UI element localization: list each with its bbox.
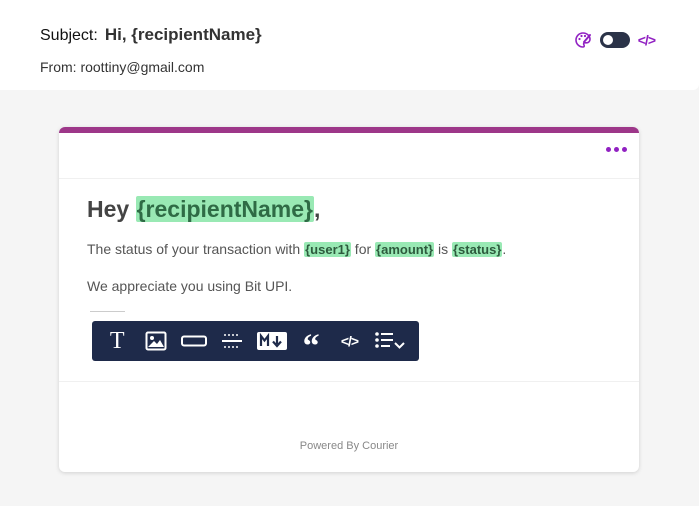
from-address: From: roottiny@gmail.com — [40, 59, 205, 75]
block-insert-toolbar: T “ </> — [92, 321, 419, 364]
quote-icon[interactable]: “ — [297, 330, 325, 364]
image-icon[interactable] — [142, 326, 170, 356]
preview-toggle[interactable] — [599, 32, 630, 48]
code-view-icon[interactable]: </> — [638, 32, 656, 48]
text-icon[interactable]: T — [103, 326, 131, 356]
greeting-heading[interactable]: Hey {recipientName}, — [87, 196, 320, 223]
markdown-icon[interactable] — [256, 326, 287, 356]
variable-user1[interactable]: {user1} — [304, 242, 351, 257]
variable-recipient-name[interactable]: {recipientName} — [135, 196, 315, 222]
subject-value[interactable]: Hi, {recipientName} — [105, 25, 262, 45]
header-tools: </> — [574, 31, 656, 49]
greeting-prefix: Hey — [87, 196, 136, 222]
email-header: Subject: Hi, {recipientName} From: roott… — [0, 0, 699, 90]
toggle-knob — [602, 35, 613, 45]
code-icon[interactable]: </> — [335, 326, 363, 356]
card-divider — [59, 381, 639, 382]
variable-status[interactable]: {status} — [452, 242, 503, 257]
palette-icon[interactable] — [574, 31, 592, 49]
list-dropdown-icon[interactable] — [374, 326, 408, 356]
text-segment: . — [502, 241, 507, 257]
more-dot — [614, 147, 619, 152]
email-template-card: Hey {recipientName}, The status of your … — [59, 127, 639, 472]
appreciation-text[interactable]: We appreciate you using Bit UPI. — [87, 278, 292, 294]
subject-row[interactable]: Subject: Hi, {recipientName} — [40, 25, 262, 45]
block-divider — [90, 311, 125, 312]
more-dot — [606, 147, 611, 152]
divider-icon[interactable] — [218, 326, 246, 356]
greeting-suffix: , — [314, 196, 321, 222]
transaction-status-text[interactable]: The status of your transaction with {use… — [87, 241, 506, 257]
text-segment: The status of your transaction with — [87, 241, 305, 257]
card-divider — [59, 178, 639, 179]
variable-amount[interactable]: {amount} — [375, 242, 435, 257]
text-segment: is — [434, 241, 452, 257]
button-block-icon[interactable] — [180, 326, 208, 356]
more-horizontal-icon[interactable] — [606, 147, 627, 152]
text-segment: for — [350, 241, 376, 257]
powered-by-footer: Powered By Courier — [299, 440, 399, 452]
subject-label: Subject: — [40, 27, 98, 44]
card-accent-bar — [59, 127, 639, 133]
more-dot — [622, 147, 627, 152]
